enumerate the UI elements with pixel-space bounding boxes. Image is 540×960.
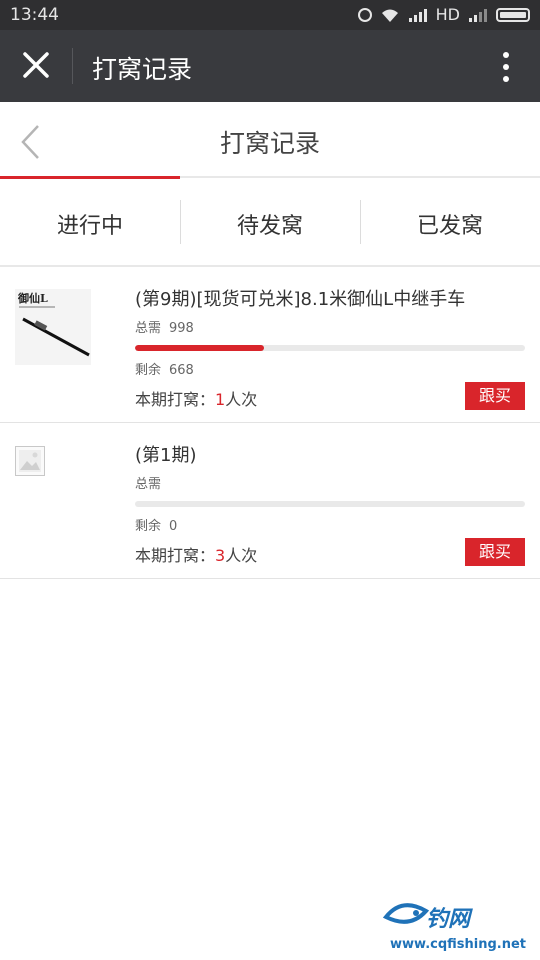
status-icons: HD [357, 5, 530, 24]
item-remaining: 剩余 668 [135, 359, 525, 378]
progress-bar [135, 501, 525, 507]
count-value: 3 [215, 546, 226, 565]
tab-shipped[interactable]: 已发窝 [360, 182, 540, 266]
battery-icon [496, 7, 530, 22]
product-thumbnail[interactable]: 御仙L [15, 289, 91, 365]
thumb-brand-text: 御仙L [17, 291, 48, 305]
count-suffix: 人次 [225, 546, 258, 565]
page-header: 打窝记录 [0, 102, 540, 176]
app-bar-divider [72, 48, 73, 84]
image-placeholder-icon [15, 446, 45, 476]
count-suffix: 人次 [225, 390, 258, 409]
count-prefix: 本期打窝： [135, 390, 216, 409]
tab-label: 待发窝 [236, 214, 303, 239]
tab-label: 已发窝 [416, 214, 483, 239]
watermark-brand: 钓网 [426, 907, 471, 932]
follow-buy-button[interactable]: 跟买 [465, 538, 525, 566]
count-value: 1 [215, 390, 226, 409]
item-total: 总需 998 [135, 317, 525, 336]
count-prefix: 本期打窝： [135, 546, 216, 565]
close-button[interactable] [16, 48, 56, 84]
remain-value: 0 [169, 519, 178, 534]
signal-icon [408, 8, 427, 22]
tab-bar: 进行中 待发窝 已发窝 [0, 182, 540, 266]
fishing-rod-image: 御仙L [15, 289, 91, 365]
watermark-url: www.cqfishing.net [390, 937, 527, 952]
header-accent-bar [0, 176, 180, 179]
app-bar-title: 打窝记录 [92, 55, 193, 84]
list-item[interactable]: (第1期) 总需 剩余 0 本期打窝：3人次 跟买 [0, 423, 540, 579]
more-vertical-icon [503, 52, 509, 82]
app-bar: 打窝记录 [0, 30, 540, 102]
total-label: 总需 [135, 321, 162, 336]
wifi-icon [381, 9, 398, 22]
tab-pending[interactable]: 待发窝 [180, 182, 360, 266]
close-icon [23, 52, 49, 78]
product-thumbnail[interactable] [15, 446, 45, 476]
total-label: 总需 [135, 477, 162, 492]
signal-icon [469, 8, 487, 22]
fish-logo-icon [382, 903, 430, 924]
item-total: 总需 [135, 473, 525, 492]
site-watermark: 钓网 www.cqfishing.net [382, 893, 532, 953]
alarm-icon [357, 7, 372, 22]
tab-label: 进行中 [56, 214, 123, 239]
list-item[interactable]: 御仙L (第9期)[现货可兑米]8.1米御仙L中继手车 总需 998 剩余 668 … [0, 267, 540, 423]
tab-in-progress[interactable]: 进行中 [0, 182, 180, 266]
page-title: 打窝记录 [219, 129, 320, 158]
progress-bar [135, 345, 525, 351]
item-remaining: 剩余 0 [135, 515, 525, 534]
remain-label: 剩余 [135, 519, 162, 534]
progress-fill [135, 345, 264, 351]
status-bar: 13:44 HD [0, 0, 540, 30]
network-label: HD [435, 5, 460, 24]
total-value: 998 [169, 321, 194, 336]
record-list: 御仙L (第9期)[现货可兑米]8.1米御仙L中继手车 总需 998 剩余 668 … [0, 267, 540, 579]
status-time: 13:44 [10, 5, 59, 25]
remain-value: 668 [169, 363, 194, 378]
item-title[interactable]: (第9期)[现货可兑米]8.1米御仙L中继手车 [135, 285, 525, 311]
remain-label: 剩余 [135, 363, 162, 378]
more-button[interactable] [492, 50, 520, 84]
follow-buy-button[interactable]: 跟买 [465, 382, 525, 410]
item-title[interactable]: (第1期) [135, 441, 525, 467]
